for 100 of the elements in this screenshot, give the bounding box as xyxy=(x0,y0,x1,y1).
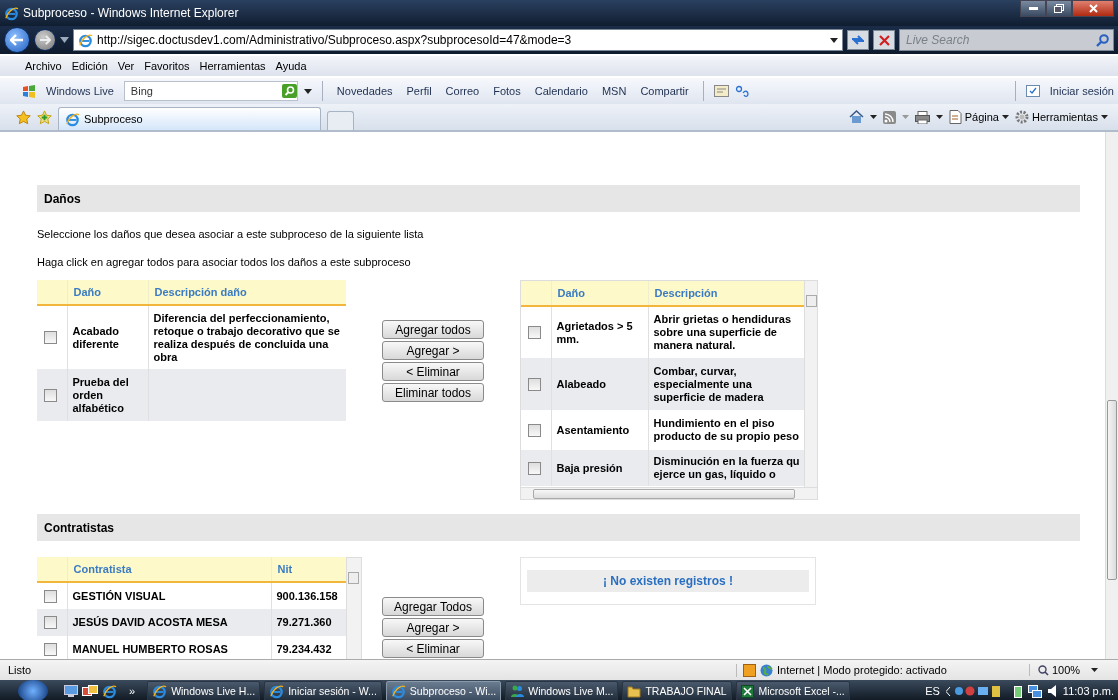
column-header: Daño xyxy=(67,280,148,305)
checkbox[interactable] xyxy=(528,423,541,437)
search-box[interactable]: Bing xyxy=(123,81,298,101)
home-icon[interactable] xyxy=(848,110,864,124)
taskbar-button[interactable]: Windows Live H... xyxy=(147,680,261,700)
minimize-button[interactable] xyxy=(1020,0,1046,17)
toolbar-link[interactable]: Compartir xyxy=(636,83,693,99)
people-icon xyxy=(510,684,525,698)
back-button[interactable] xyxy=(4,27,30,53)
checkbox[interactable] xyxy=(44,331,57,344)
scrollbar[interactable] xyxy=(346,557,362,659)
checkbox[interactable] xyxy=(44,388,57,402)
printer-icon[interactable] xyxy=(914,110,930,124)
tools-menu[interactable]: Herramientas xyxy=(1014,110,1108,124)
menu-item[interactable]: Archivo xyxy=(20,58,67,74)
network-icon[interactable] xyxy=(1027,684,1042,698)
language-indicator[interactable]: ES xyxy=(925,685,940,697)
taskbar-button[interactable]: Iniciar sesión - W... xyxy=(264,680,382,700)
star-icon[interactable] xyxy=(16,109,31,125)
refresh-button[interactable] xyxy=(847,30,869,50)
table-cell: 79.271.360 xyxy=(271,609,346,636)
column-header: Daño xyxy=(551,281,648,306)
menu-item[interactable]: Edición xyxy=(66,58,113,74)
add-favorite-icon[interactable] xyxy=(37,109,52,125)
action-button[interactable]: Agregar todos xyxy=(382,320,484,339)
checkbox-icon[interactable] xyxy=(1025,85,1040,97)
action-button[interactable]: < Eliminar xyxy=(382,362,484,381)
close-icon xyxy=(1088,4,1098,13)
dropdown-icon[interactable] xyxy=(303,88,312,94)
checkbox[interactable] xyxy=(528,461,541,475)
browser-tab[interactable]: Subproceso xyxy=(58,107,321,130)
table-cell: Disminución en la fuerza qu ejerce un gas, líquido o xyxy=(653,455,800,480)
search-field[interactable]: Live Search xyxy=(904,32,1092,48)
toolbar-link[interactable]: MSN xyxy=(597,83,631,99)
toolbar-brand[interactable]: Windows Live xyxy=(42,83,118,99)
translate-icon[interactable] xyxy=(734,84,750,98)
search-box[interactable]: Live Search xyxy=(899,29,1114,51)
action-button[interactable]: Agregar Todos xyxy=(382,597,484,616)
checkbox[interactable] xyxy=(44,643,57,656)
menu-item[interactable]: Ver xyxy=(112,58,140,74)
clock[interactable]: 11:03 p.m. xyxy=(1062,685,1114,697)
dropdown-icon[interactable] xyxy=(869,115,877,119)
note-icon[interactable] xyxy=(713,85,729,97)
checkbox[interactable] xyxy=(528,326,541,339)
taskbar-button[interactable]: Subproceso - Wi... xyxy=(385,680,502,700)
action-button[interactable]: < Eliminar xyxy=(382,639,484,658)
toolbar-link[interactable]: Calendario xyxy=(530,83,592,99)
stop-button[interactable] xyxy=(873,30,895,50)
window-switch-icon[interactable] xyxy=(82,685,98,697)
taskbar-button[interactable]: TRABAJO FINAL xyxy=(622,680,733,700)
dropdown-icon[interactable] xyxy=(935,115,943,119)
action-button[interactable]: Agregar > xyxy=(382,341,484,360)
table-cell: Prueba del orden alfabético xyxy=(67,369,148,421)
folder-icon xyxy=(627,684,642,698)
battery-icon xyxy=(1013,684,1022,698)
sign-in-link[interactable]: Iniciar sesión xyxy=(1045,83,1118,99)
section-header: Daños xyxy=(37,185,1080,212)
search-icon[interactable] xyxy=(281,84,297,98)
menu-item[interactable]: Favoritos xyxy=(139,58,195,74)
column-header: Descripción xyxy=(648,281,804,306)
shield-icon xyxy=(743,663,756,677)
page-menu[interactable]: Página xyxy=(948,110,1009,124)
feed-icon[interactable] xyxy=(882,110,896,124)
checkbox[interactable] xyxy=(528,377,541,391)
scrollbar[interactable] xyxy=(521,487,817,499)
action-button[interactable]: Agregar > xyxy=(382,618,484,637)
checkbox[interactable] xyxy=(44,616,57,629)
zoom-control[interactable]: 100% xyxy=(1029,664,1118,676)
close-button[interactable] xyxy=(1072,0,1114,17)
start-button[interactable] xyxy=(18,680,48,700)
scrollbar[interactable] xyxy=(1105,132,1118,659)
taskbar-button[interactable]: Windows Live M... xyxy=(505,680,619,700)
desktop-icon[interactable] xyxy=(64,685,78,697)
table-cell: Agrietados > 5 mm. xyxy=(551,306,648,358)
restore-button[interactable] xyxy=(1046,0,1072,17)
address-field[interactable]: http://sigec.doctusdev1.com/Administrativo/Subproceso.aspx?subprocesoId=47&mode=3 xyxy=(73,29,843,51)
table-cell: GESTIÓN VISUAL xyxy=(67,582,271,609)
dropdown-icon[interactable] xyxy=(60,37,69,43)
checkbox[interactable] xyxy=(44,589,57,603)
search-icon[interactable] xyxy=(1096,33,1109,47)
dropdown-icon[interactable] xyxy=(830,37,838,43)
scrollbar[interactable] xyxy=(804,281,817,487)
table-cell: Diferencia del perfeccionamiento, retoque o trabajo decorativo que se realiza después de concluida una obra xyxy=(153,311,340,363)
spreadsheet-icon xyxy=(741,684,755,698)
refresh-icon xyxy=(851,34,865,46)
caret-icon xyxy=(1101,115,1108,119)
menu-item[interactable]: Ayuda xyxy=(270,58,312,74)
menu-item[interactable]: Herramientas xyxy=(194,58,271,74)
action-button[interactable]: Eliminar todos xyxy=(382,383,484,402)
forward-button[interactable] xyxy=(34,29,56,51)
taskbar-button[interactable]: Microsoft Excel -... xyxy=(736,680,850,700)
status-text: Listo xyxy=(8,664,33,676)
toolbar-link[interactable]: Fotos xyxy=(489,83,525,99)
column-header: Descripción daño xyxy=(148,280,346,305)
overflow-chevron[interactable]: » xyxy=(129,685,136,697)
page-icon xyxy=(78,32,93,48)
speaker-icon[interactable] xyxy=(1047,685,1057,697)
toolbar-link[interactable]: Novedades xyxy=(332,83,397,99)
toolbar-link[interactable]: Correo xyxy=(441,83,484,99)
toolbar-link[interactable]: Perfil xyxy=(402,83,436,99)
